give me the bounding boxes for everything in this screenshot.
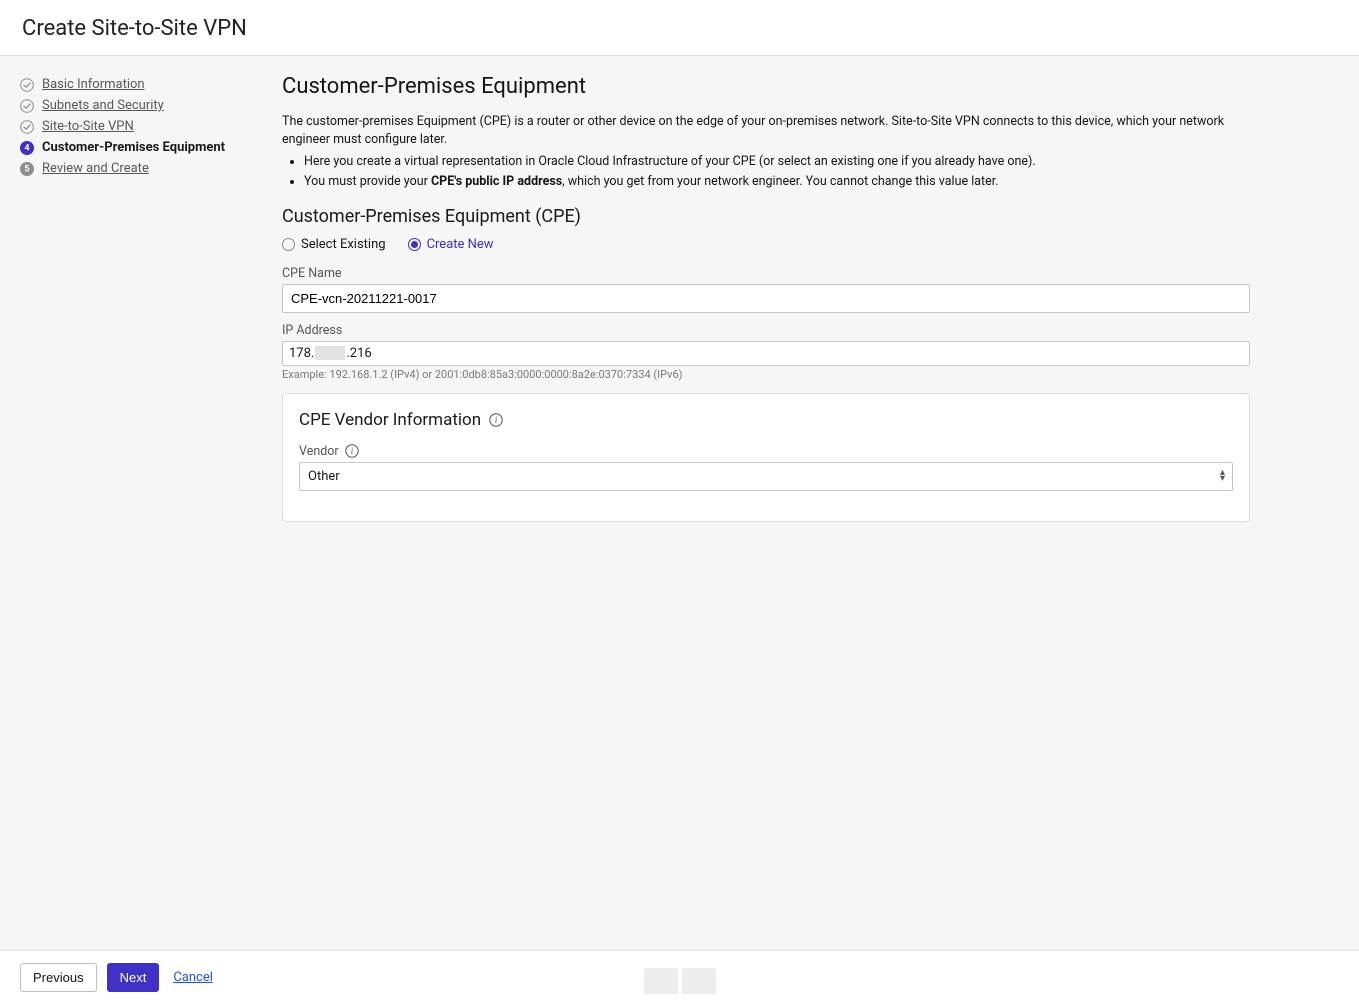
ip-part-1: 178. xyxy=(289,346,314,361)
vendor-field: Vendor i Other ▴▾ xyxy=(299,444,1233,491)
main-heading: Customer-Premises Equipment xyxy=(282,74,1250,99)
info-icon[interactable]: i xyxy=(345,444,359,458)
step-site-to-site-vpn[interactable]: Site-to-Site VPN xyxy=(20,116,260,137)
checkmark-icon xyxy=(20,99,34,113)
radio-icon xyxy=(408,238,421,251)
radio-label: Select Existing xyxy=(301,237,386,252)
next-button[interactable]: Next xyxy=(107,963,160,992)
header: Create Site-to-Site VPN xyxy=(0,0,1359,56)
step-subnets-security[interactable]: Subnets and Security xyxy=(20,95,260,116)
bullet-2-bold: CPE's public IP address xyxy=(431,174,562,189)
step-number-icon: 4 xyxy=(20,141,34,155)
step-label: Customer-Premises Equipment xyxy=(42,140,225,155)
intro-text: The customer-premises Equipment (CPE) is… xyxy=(282,113,1250,149)
step-customer-premises-equipment[interactable]: 4 Customer-Premises Equipment xyxy=(20,137,260,158)
bullet-2-text: You must provide your xyxy=(304,174,431,189)
step-label: Site-to-Site VPN xyxy=(42,119,134,134)
vendor-label-text: Vendor xyxy=(299,444,339,459)
panel-title-text: CPE Vendor Information xyxy=(299,410,481,430)
cpe-vendor-panel: CPE Vendor Information i Vendor i Other xyxy=(282,393,1250,522)
svg-text:i: i xyxy=(495,415,498,425)
wizard-steps-sidebar: Basic Information Subnets and Security S… xyxy=(0,56,270,950)
cpe-mode-radio-group: Select Existing Create New xyxy=(282,237,1250,252)
ip-hint: Example: 192.168.1.2 (IPv4) or 2001:0db8… xyxy=(282,368,1250,381)
ip-address-input[interactable]: 178. .216 xyxy=(282,341,1250,366)
svg-text:5: 5 xyxy=(24,164,29,174)
ip-part-2: .216 xyxy=(346,346,371,361)
step-label: Subnets and Security xyxy=(42,98,164,113)
step-review-and-create[interactable]: 5 Review and Create xyxy=(20,158,260,179)
ip-address-field: IP Address 178. .216 Example: 192.168.1.… xyxy=(282,323,1250,381)
bullet-1: Here you create a virtual representation… xyxy=(304,153,1250,172)
step-number-icon: 5 xyxy=(20,162,34,176)
panel-title: CPE Vendor Information i xyxy=(299,410,1233,430)
cpe-name-input[interactable] xyxy=(282,284,1250,313)
main-content: Customer-Premises Equipment The customer… xyxy=(270,56,1270,950)
intro-bullets: Here you create a virtual representation… xyxy=(304,153,1250,192)
checkmark-icon xyxy=(20,78,34,92)
step-basic-information[interactable]: Basic Information xyxy=(20,74,260,95)
ghost-pill xyxy=(644,968,678,994)
field-label: IP Address xyxy=(282,323,1250,338)
info-icon[interactable]: i xyxy=(489,413,503,427)
bullet-2-tail: , which you get from your network engine… xyxy=(562,174,998,189)
radio-label: Create New xyxy=(427,237,494,252)
wizard-footer: Previous Next Cancel xyxy=(0,950,1359,1004)
field-label: Vendor i xyxy=(299,444,1233,459)
previous-button[interactable]: Previous xyxy=(20,963,97,992)
ip-redacted-segment xyxy=(315,346,345,360)
ghost-pill xyxy=(682,968,716,994)
footer-ghost-controls xyxy=(644,968,716,994)
radio-icon xyxy=(282,238,295,251)
page-title: Create Site-to-Site VPN xyxy=(22,16,1337,41)
checkmark-icon xyxy=(20,120,34,134)
svg-text:i: i xyxy=(350,446,353,456)
field-label: CPE Name xyxy=(282,266,1250,281)
vendor-select[interactable]: Other xyxy=(299,462,1233,491)
bullet-2: You must provide your CPE's public IP ad… xyxy=(304,173,1250,192)
radio-create-new[interactable]: Create New xyxy=(408,237,494,252)
cancel-link[interactable]: Cancel xyxy=(173,970,213,985)
svg-text:4: 4 xyxy=(24,143,29,153)
step-label: Basic Information xyxy=(42,77,145,92)
step-label: Review and Create xyxy=(42,161,149,176)
cpe-name-field: CPE Name xyxy=(282,266,1250,313)
radio-select-existing[interactable]: Select Existing xyxy=(282,237,386,252)
cpe-section-title: Customer-Premises Equipment (CPE) xyxy=(282,206,1250,227)
